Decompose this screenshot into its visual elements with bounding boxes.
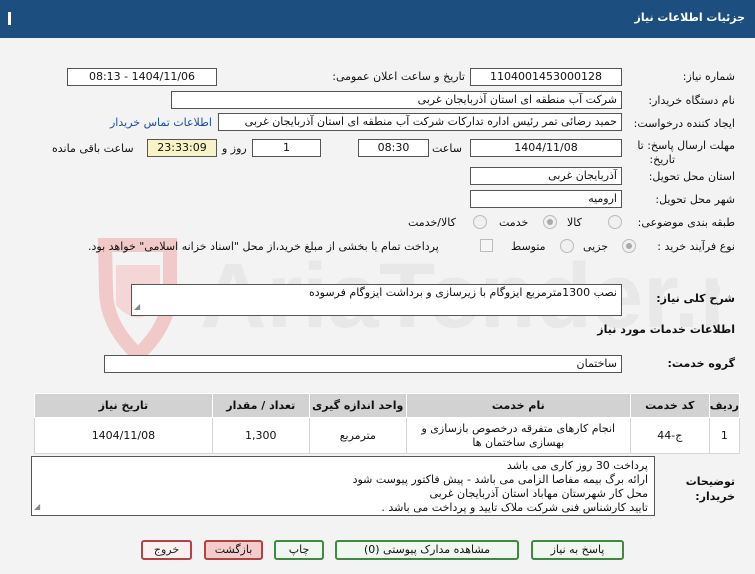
exit-button[interactable]: خروج <box>141 540 192 560</box>
category-option-service: خدمت <box>499 216 529 229</box>
city-label: شهر محل تحویل: <box>655 193 735 206</box>
buyer-notes-line: پرداخت 30 روز کاری می باشد <box>506 459 648 472</box>
cell-quantity: 1,300 <box>211 417 310 454</box>
cell-service-name: انجام کارهای متفرقه درخصوص بازسازی و بهس… <box>405 417 631 454</box>
process-option-medium: متوسط <box>511 240 546 253</box>
cell-row-number: 1 <box>708 417 741 454</box>
table-row: 1 ج-44 انجام کارهای متفرقه درخصوص بازساز… <box>34 417 741 454</box>
cell-service-code: ج-44 <box>629 417 710 454</box>
deadline-time-field: 08:30 <box>358 139 429 157</box>
cell-need-date: 1404/11/08 <box>34 417 213 454</box>
buyer-label: نام دستگاه خریدار: <box>648 94 735 107</box>
deadline-days-label: روز و <box>222 142 247 155</box>
category-label: طبقه بندی موضوعی: <box>637 216 735 229</box>
summary-field: نصب 1300مترمربع ایزوگام با زیرسازی و برد… <box>131 284 622 316</box>
buyer-notes-line: ارائه برگ بیمه مفاصا الزامی می باشد - پی… <box>352 473 648 486</box>
page-header: جزئیات اطلاعات نیاز <box>0 0 755 38</box>
service-group-field: ساختمان <box>104 355 622 373</box>
col-quantity: تعداد / مقدار <box>211 393 310 418</box>
process-radio-minor[interactable] <box>622 239 636 253</box>
treasury-checkbox[interactable] <box>480 239 493 252</box>
treasury-note: پرداخت تمام یا بخشی از مبلغ خرید،از محل … <box>88 240 439 253</box>
remaining-time-field: 23:33:09 <box>147 139 217 157</box>
table-header-row: ردیف کد خدمت نام خدمت واحد اندازه گیری ت… <box>34 393 741 418</box>
announce-label: تاریخ و ساعت اعلان عمومی: <box>332 70 465 83</box>
services-table: ردیف کد خدمت نام خدمت واحد اندازه گیری ت… <box>34 393 741 454</box>
category-radio-goods[interactable] <box>608 215 622 229</box>
buyer-notes-line: تایید کارشناس فنی شرکت ملاک تایید و پردا… <box>381 501 648 514</box>
province-field: آذربایجان غربی <box>470 167 622 185</box>
deadline-days-field: 1 <box>252 139 321 157</box>
buyer-notes-line: محل کار شهرستان مهاباد استان آذربایجان غ… <box>429 487 649 500</box>
category-option-goods-service: کالا/خدمت <box>408 216 456 229</box>
resize-handle-icon[interactable]: ◢ <box>134 300 140 314</box>
services-section-title: اطلاعات خدمات مورد نیاز <box>597 323 735 336</box>
attachments-button[interactable]: مشاهده مدارک پیوستی (0) <box>335 540 519 560</box>
col-unit: واحد اندازه گیری <box>308 393 407 418</box>
col-need-date: تاریخ نیاز <box>34 393 213 418</box>
summary-label: شرح کلی نیاز: <box>656 292 735 305</box>
process-label: نوع فرآیند خرید : <box>657 240 735 253</box>
creator-label: ایجاد کننده درخواست: <box>633 117 735 130</box>
need-number-field: 1104001453000128 <box>470 68 622 86</box>
creator-field: حمید رضائی تمر رئیس اداره تدارکات شرکت آ… <box>218 113 622 131</box>
deadline-time-label: ساعت <box>432 142 462 155</box>
buyer-field: شرکت آب منطقه ای استان آذربایجان غربی <box>171 91 622 109</box>
page-title: جزئیات اطلاعات نیاز <box>634 11 746 24</box>
deadline-date-field: 1404/11/08 <box>470 139 622 157</box>
process-radio-medium[interactable] <box>560 239 574 253</box>
resize-handle-icon[interactable]: ◢ <box>34 500 40 514</box>
need-number-label: شماره نیاز: <box>682 70 735 83</box>
province-label: استان محل تحویل: <box>648 170 735 183</box>
buyer-notes-label-line2: خریدار: <box>695 490 735 503</box>
service-group-label: گروه خدمت: <box>667 357 735 370</box>
process-option-minor: جزیی <box>583 240 609 253</box>
category-radio-service[interactable] <box>543 215 557 229</box>
reply-button[interactable]: پاسخ به نیاز <box>531 540 624 560</box>
buyer-notes-label-line1: توضیحات <box>685 475 735 488</box>
col-row-number: ردیف <box>708 393 741 418</box>
col-service-name: نام خدمت <box>405 393 631 418</box>
buyer-notes-field: پرداخت 30 روز کاری می باشد ارائه برگ بیم… <box>31 456 655 516</box>
category-radio-goods-service[interactable] <box>473 215 487 229</box>
contact-buyer-link[interactable]: اطلاعات تماس خریدار <box>110 116 212 129</box>
summary-text: نصب 1300مترمربع ایزوگام با زیرسازی و برد… <box>309 286 617 299</box>
back-button[interactable]: بازگشت <box>204 540 263 560</box>
cell-unit: مترمربع <box>308 417 407 454</box>
print-button[interactable]: چاپ <box>274 540 324 560</box>
category-option-goods: کالا <box>567 216 582 229</box>
remaining-time-label: ساعت باقی مانده <box>52 142 134 155</box>
col-service-code: کد خدمت <box>629 393 710 418</box>
city-field: ارومیه <box>470 190 622 208</box>
header-accent <box>8 12 11 25</box>
announce-field: 1404/11/06 - 08:13 <box>67 68 217 86</box>
deadline-label-line2: تاریخ: <box>649 153 675 166</box>
deadline-label-line1: مهلت ارسال پاسخ: تا <box>637 139 735 152</box>
